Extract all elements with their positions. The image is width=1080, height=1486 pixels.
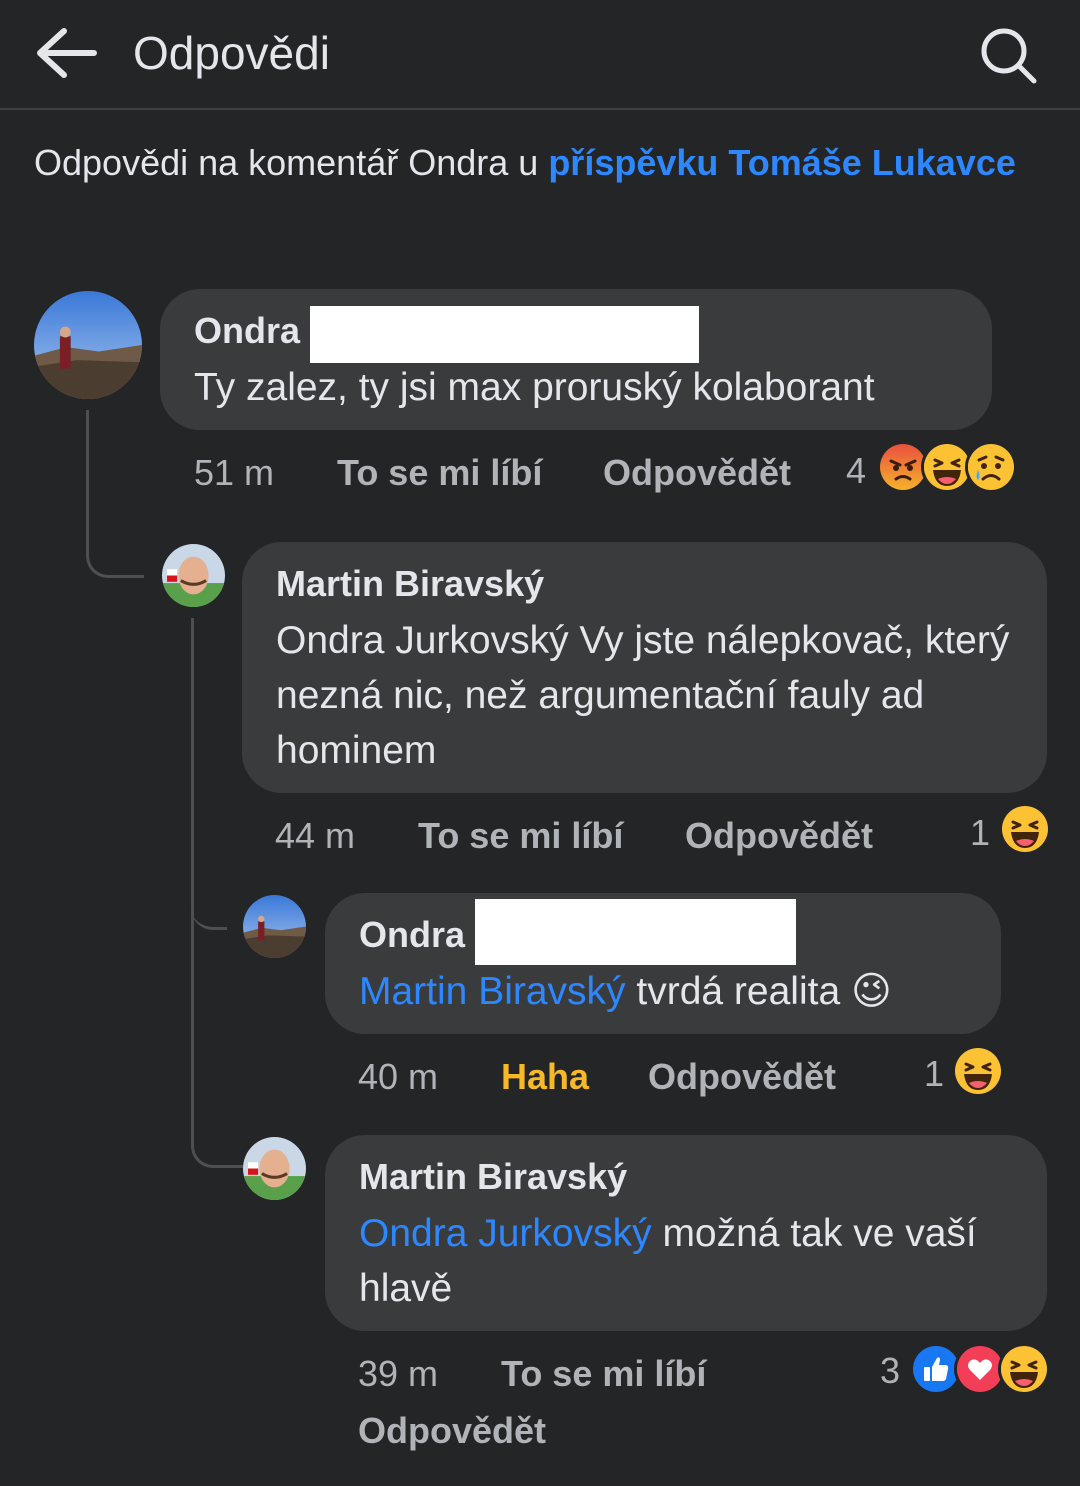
comment-author[interactable]: Martin Biravský bbox=[276, 563, 544, 605]
comment-time: 39 m bbox=[358, 1353, 439, 1394]
comment-author[interactable]: Ondra bbox=[359, 914, 465, 956]
top-bar: Odpovědi bbox=[0, 0, 1080, 110]
post-link[interactable]: příspěvku Tomáše Lukavce bbox=[548, 142, 1016, 183]
comment-body: tvrdá realita 😉 bbox=[625, 970, 892, 1013]
like-button[interactable]: To se mi líbí bbox=[418, 815, 623, 857]
reaction-count: 1 bbox=[970, 812, 991, 853]
search-icon[interactable] bbox=[978, 26, 1040, 86]
comment-text: Ondra Jurkovský Vy jste nálepkovač, kter… bbox=[276, 619, 1010, 772]
comment-bubble[interactable]: Ondra Ty zalez, ty jsi max proruský kola… bbox=[160, 289, 992, 430]
reply-button[interactable]: Odpovědět bbox=[685, 815, 873, 857]
thread-connector bbox=[191, 900, 227, 930]
reaction-summary[interactable] bbox=[1002, 806, 1048, 852]
comment-bubble[interactable]: Ondra Martin Biravský tvrdá realita 😉 bbox=[325, 893, 1001, 1034]
comment-author[interactable]: Ondra bbox=[194, 310, 300, 352]
sad-reaction-icon bbox=[968, 444, 1014, 490]
avatar-ondra[interactable] bbox=[34, 291, 142, 399]
angry-reaction-icon bbox=[880, 444, 926, 490]
like-button[interactable]: To se mi líbí bbox=[501, 1353, 706, 1395]
reply-button[interactable]: Odpovědět bbox=[358, 1410, 546, 1452]
reaction-summary[interactable] bbox=[913, 1346, 1047, 1392]
reaction-summary[interactable] bbox=[955, 1048, 1001, 1094]
reaction-summary[interactable] bbox=[880, 444, 1014, 490]
reaction-count: 1 bbox=[924, 1053, 945, 1094]
reply-button[interactable]: Odpovědět bbox=[603, 452, 791, 494]
comment-text: Martin Biravský tvrdá realita 😉 bbox=[359, 964, 892, 1019]
haha-reaction-icon bbox=[955, 1048, 1001, 1094]
comment-time: 40 m bbox=[358, 1056, 439, 1097]
comment-text: Ty zalez, ty jsi max proruský kolaborant bbox=[194, 366, 875, 409]
context-prefix: Odpovědi na komentář Ondra u bbox=[34, 142, 549, 183]
reaction-count: 3 bbox=[880, 1350, 901, 1391]
like-button[interactable]: To se mi líbí bbox=[337, 452, 542, 494]
page-title: Odpovědi bbox=[133, 27, 330, 79]
reaction-count: 4 bbox=[846, 450, 867, 491]
mention-link[interactable]: Ondra Jurkovský bbox=[359, 1212, 652, 1255]
haha-reaction-icon bbox=[1002, 806, 1048, 852]
comment-author[interactable]: Martin Biravský bbox=[359, 1156, 627, 1198]
avatar-martin[interactable] bbox=[162, 544, 225, 607]
replies-context: Odpovědi na komentář Ondra u příspěvku T… bbox=[34, 140, 1034, 186]
avatar-ondra[interactable] bbox=[243, 895, 306, 958]
redacted-surname bbox=[310, 306, 699, 363]
comment-time: 51 m bbox=[194, 452, 275, 493]
haha-reaction-icon bbox=[924, 444, 970, 490]
redacted-surname bbox=[475, 899, 796, 965]
haha-reaction-icon bbox=[1001, 1346, 1047, 1392]
thread-connector bbox=[191, 1120, 243, 1168]
comment-bubble[interactable]: Martin Biravský Ondra Jurkovský možná ta… bbox=[325, 1135, 1047, 1331]
reply-button[interactable]: Odpovědět bbox=[648, 1056, 836, 1098]
haha-button[interactable]: Haha bbox=[501, 1056, 589, 1098]
avatar-martin[interactable] bbox=[243, 1137, 306, 1200]
love-reaction-icon bbox=[957, 1346, 1003, 1392]
thread-connector bbox=[191, 618, 194, 1148]
comment-text: Ondra Jurkovský možná tak ve vaší hlavě bbox=[359, 1206, 1009, 1316]
like-reaction-icon bbox=[913, 1346, 959, 1392]
back-arrow-icon[interactable] bbox=[34, 25, 98, 81]
mention-link[interactable]: Martin Biravský bbox=[359, 970, 626, 1013]
thread-connector bbox=[86, 410, 144, 578]
comment-time: 44 m bbox=[275, 815, 356, 856]
comment-bubble[interactable]: Martin Biravský Ondra Jurkovský Vy jste … bbox=[242, 542, 1047, 793]
